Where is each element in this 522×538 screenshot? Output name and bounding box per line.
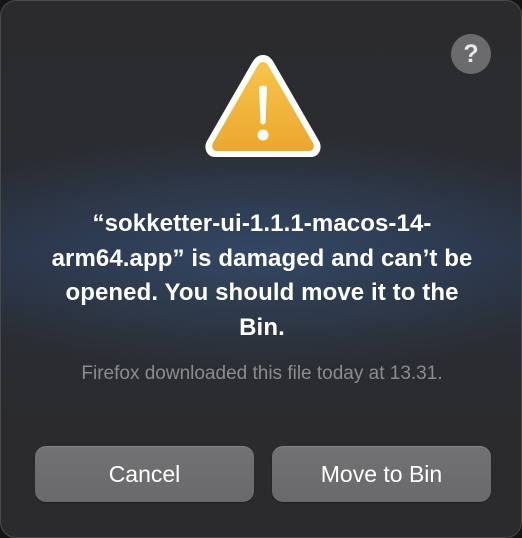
move-to-bin-button[interactable]: Move to Bin — [272, 446, 491, 502]
alert-subtitle: Firefox downloaded this file today at 13… — [81, 363, 443, 384]
help-button[interactable]: ? — [451, 34, 491, 74]
alert-title: “sokketter-ui-1.1.1-macos-14-arm64.app” … — [51, 210, 473, 341]
help-question-icon: ? — [463, 40, 479, 68]
alert-dialog: ? “sokketter-ui-1.1.1-macos-14-arm64.app… — [0, 0, 522, 538]
warning-triangle-icon — [205, 55, 321, 157]
cancel-button[interactable]: Cancel — [35, 446, 254, 502]
